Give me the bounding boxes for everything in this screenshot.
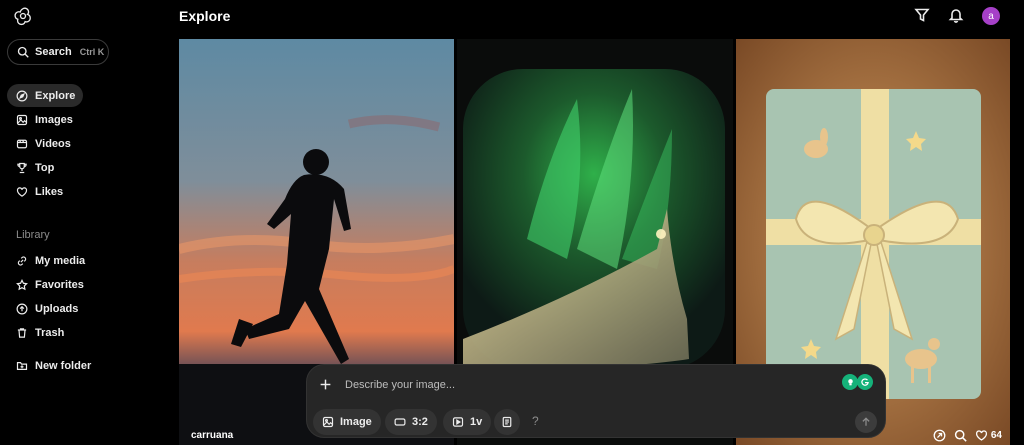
library-heading: Library: [16, 229, 50, 241]
sidebar-item-images[interactable]: Images: [7, 108, 83, 131]
grammarly-badge[interactable]: [842, 374, 874, 390]
openai-logo-icon[interactable]: [13, 6, 33, 26]
folder-plus-icon: [16, 361, 28, 370]
sidebar-item-label: Trash: [35, 326, 65, 339]
prompt-input[interactable]: [345, 375, 825, 395]
search-shortcut: Ctrl K: [79, 47, 105, 57]
grammarly-icon: [857, 374, 873, 390]
sidebar-item-label: Favorites: [35, 278, 84, 291]
trophy-icon: [17, 162, 27, 173]
search-label: Search: [35, 46, 72, 58]
sidebar-item-new-folder[interactable]: New folder: [7, 354, 107, 377]
aspect-ratio-button[interactable]: 3:2: [385, 409, 437, 435]
send-button[interactable]: [855, 411, 877, 433]
aspect-label: 3:2: [412, 416, 428, 428]
sidebar-item-label: Uploads: [35, 302, 79, 315]
plus-icon[interactable]: [319, 378, 332, 391]
image-icon: [322, 416, 334, 428]
search-icon: [17, 46, 29, 58]
compass-icon: [16, 90, 28, 101]
sidebar-item-label: Images: [35, 113, 73, 126]
search-button[interactable]: Search Ctrl K: [7, 39, 109, 65]
tile-actions: 64: [933, 429, 1002, 442]
avatar[interactable]: a: [982, 7, 1000, 25]
sidebar-item-favorites[interactable]: Favorites: [7, 273, 97, 296]
aspect-ratio-icon: [394, 418, 406, 426]
sidebar-item-top[interactable]: Top: [7, 156, 83, 179]
star-icon: [16, 278, 28, 290]
help-button[interactable]: ?: [532, 414, 539, 428]
mode-image-button[interactable]: Image: [313, 409, 381, 435]
sidebar-item-trash[interactable]: Trash: [7, 321, 97, 344]
document-icon: [502, 416, 512, 428]
zoom-icon[interactable]: [954, 429, 967, 442]
heart-icon: [16, 186, 28, 197]
like-count: 64: [990, 430, 1002, 441]
sidebar-item-videos[interactable]: Videos: [7, 132, 83, 155]
sidebar-item-uploads[interactable]: Uploads: [7, 297, 97, 320]
link-icon: [17, 255, 27, 266]
arrow-up-icon: [862, 417, 870, 426]
sidebar-item-my-media[interactable]: My media: [7, 249, 97, 272]
sidebar-item-label: Top: [35, 161, 55, 174]
like-button[interactable]: 64: [975, 429, 1002, 442]
bell-icon[interactable]: [948, 7, 964, 23]
trash-icon: [17, 327, 27, 338]
mode-label: Image: [340, 416, 372, 428]
sidebar-item-label: New folder: [35, 359, 92, 372]
play-square-icon: [452, 417, 464, 427]
heart-icon: [975, 430, 987, 441]
upload-icon: [16, 303, 28, 314]
sidebar-item-label: My media: [35, 254, 86, 267]
filter-icon[interactable]: [914, 7, 930, 23]
presets-button[interactable]: [494, 409, 520, 435]
image-icon: [16, 114, 28, 125]
sidebar-item-explore[interactable]: Explore: [7, 84, 83, 107]
variations-button[interactable]: 1v: [443, 409, 492, 435]
prompt-composer: Image 3:2 1v ?: [306, 364, 886, 438]
sidebar-item-likes[interactable]: Likes: [7, 180, 83, 203]
page-title: Explore: [179, 8, 231, 24]
sidebar-item-label: Videos: [35, 137, 71, 150]
sidebar-item-label: Likes: [35, 185, 64, 198]
tile-author[interactable]: carruana: [191, 430, 233, 441]
video-icon: [16, 139, 28, 148]
sidebar-item-label: Explore: [35, 89, 76, 102]
bulb-icon: [842, 374, 858, 390]
sidebar: Search Ctrl K Explore Images Videos Top …: [0, 0, 178, 445]
variations-label: 1v: [470, 416, 483, 428]
remix-icon[interactable]: [933, 429, 946, 442]
